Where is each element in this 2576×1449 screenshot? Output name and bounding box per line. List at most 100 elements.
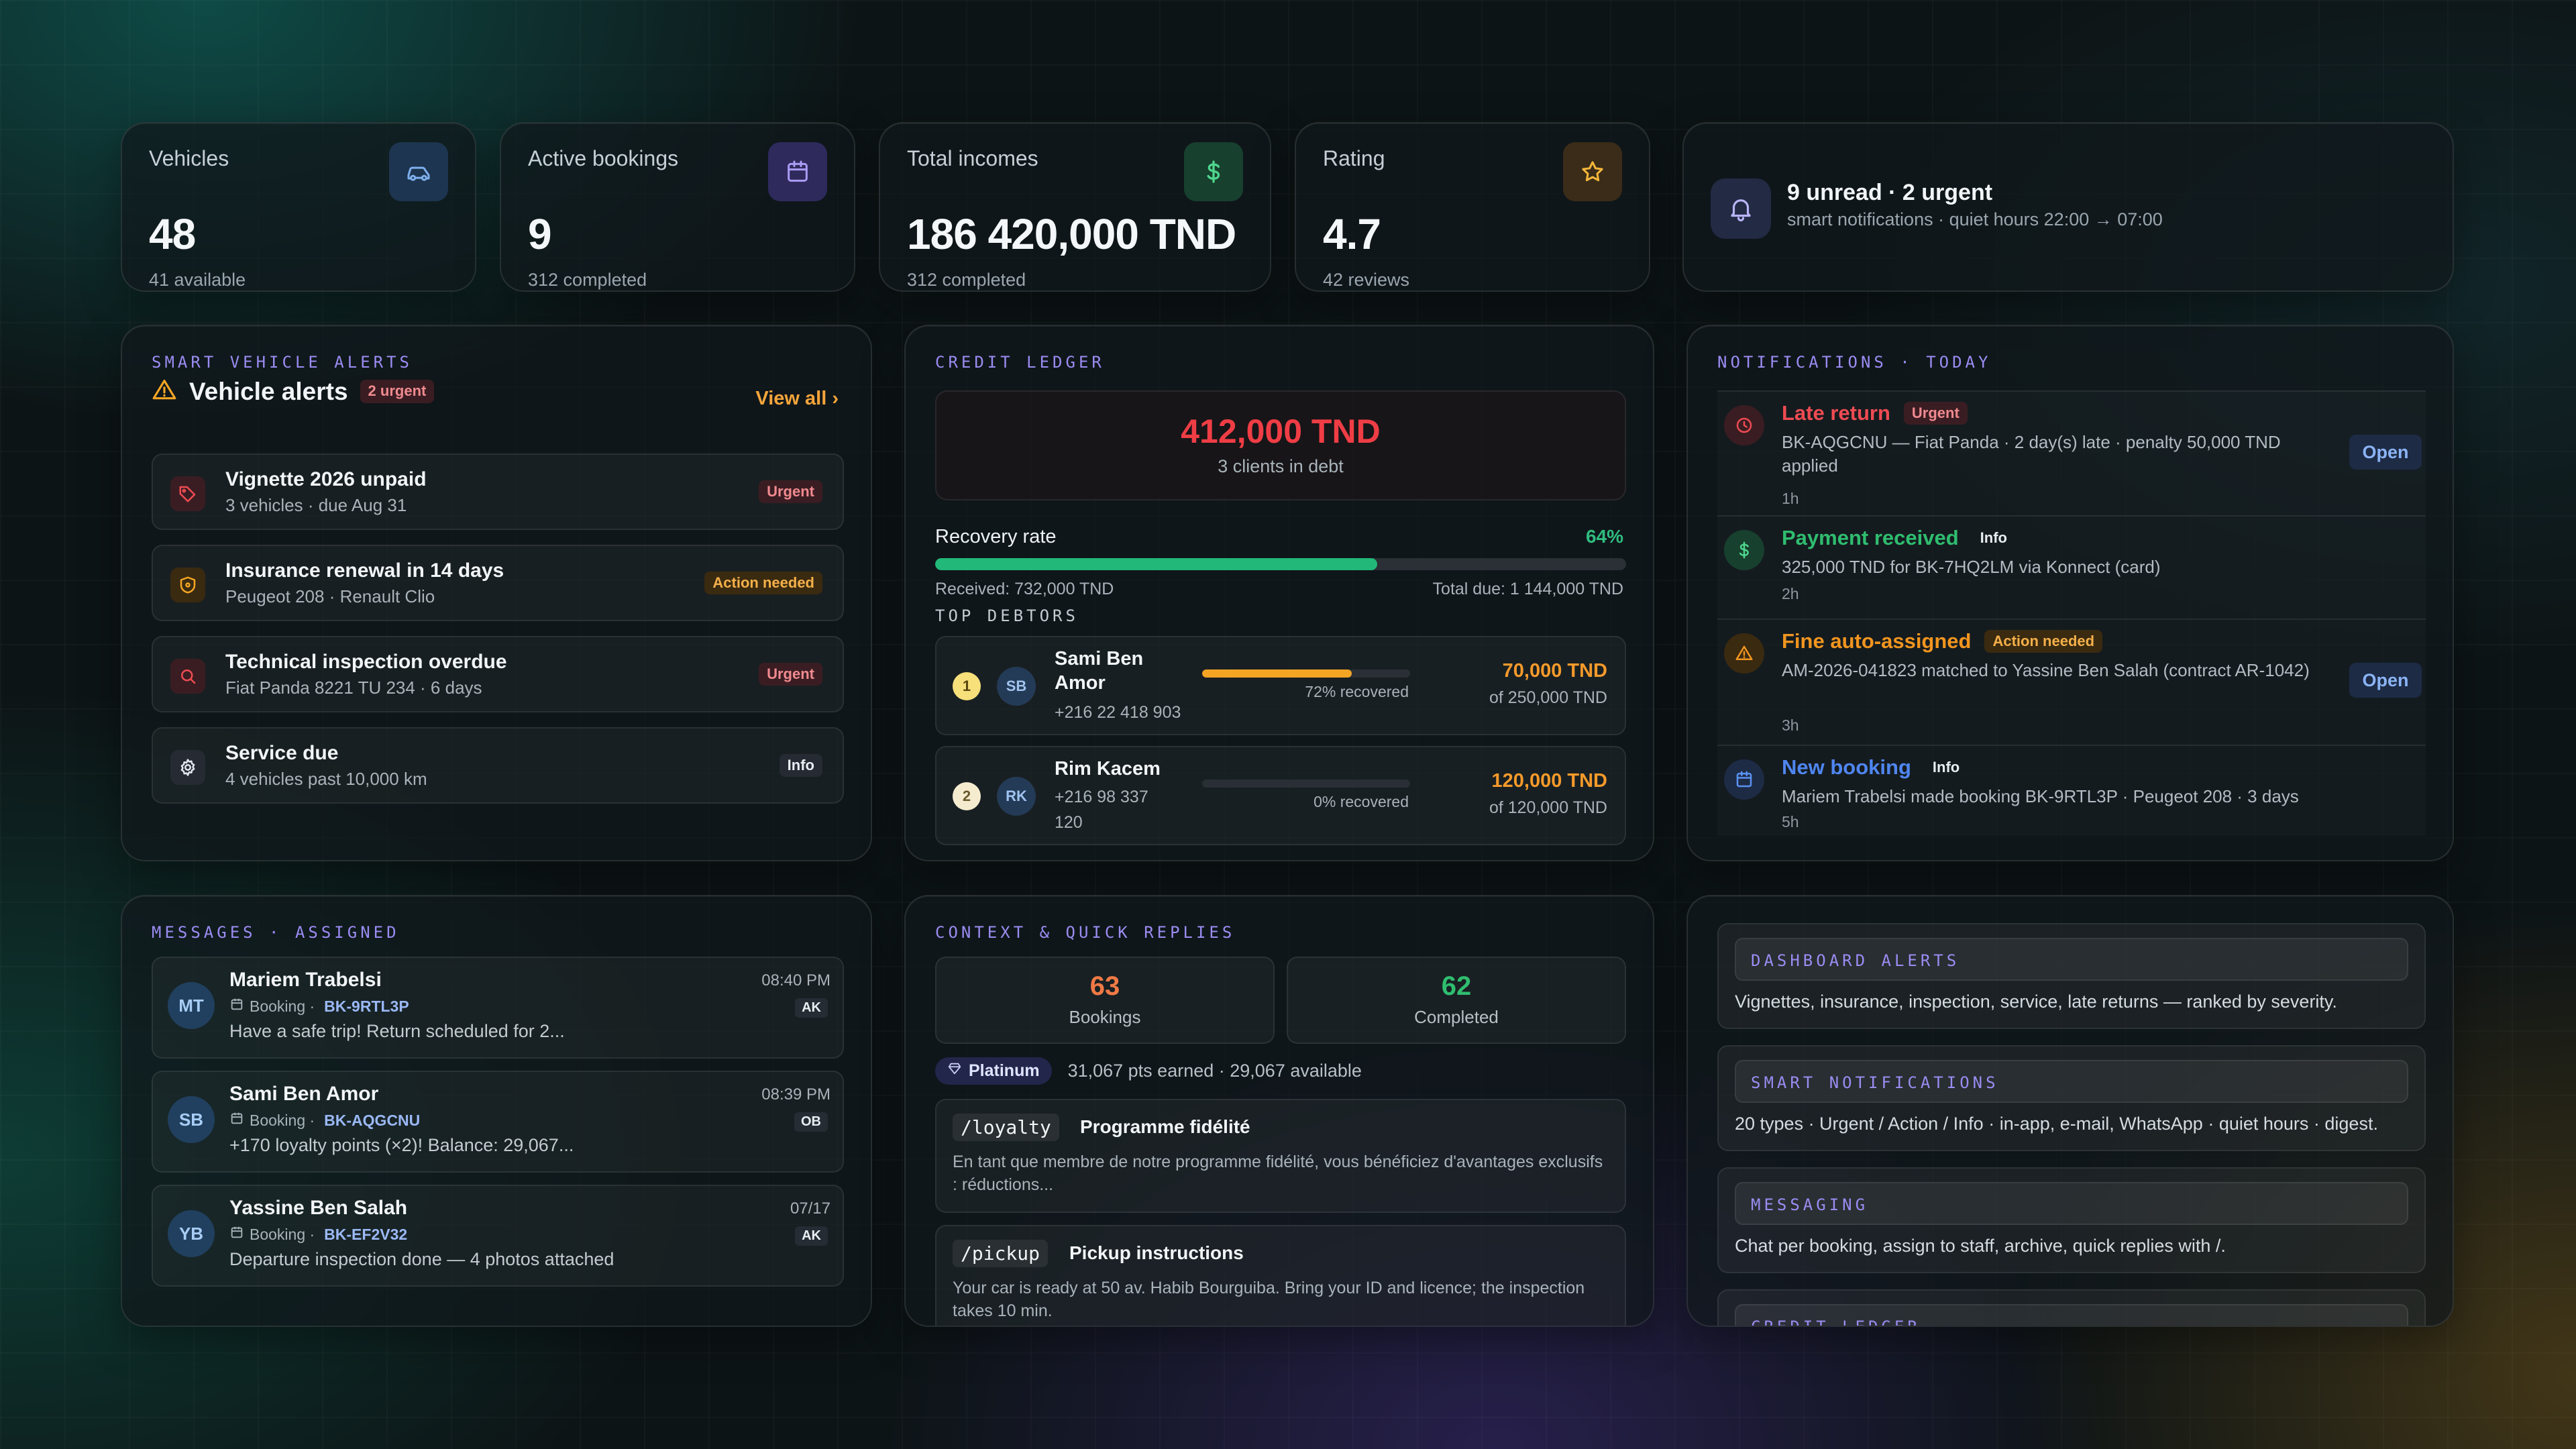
gear-icon <box>170 750 205 785</box>
message-item[interactable]: MT Mariem Trabelsi Booking · BK-9RTL3P Ha… <box>152 957 844 1059</box>
kpi-value: 48 <box>149 210 196 258</box>
booking-code[interactable]: BK-AQGCNU <box>324 1112 420 1130</box>
avatar: YB <box>168 1210 215 1257</box>
message-booking: Booking · BK-AQGCNU <box>229 1111 420 1130</box>
notification-summary[interactable]: 9 unread · 2 urgent smart notifications … <box>1682 122 2454 292</box>
chevron-right-icon: › <box>832 388 839 409</box>
credit-ledger-panel: CREDIT LEDGER 412,000 TND 3 clients in d… <box>904 325 1654 861</box>
features-panel: DASHBOARD ALERTS Vignettes, insurance, i… <box>1686 895 2454 1327</box>
bookings-label: Bookings <box>1069 1007 1141 1027</box>
notification-item[interactable]: New booking Info Mariem Trabelsi made bo… <box>1717 746 2426 837</box>
notification-body: Mariem Trabelsi made booking BK-9RTL3P ·… <box>1782 786 2299 806</box>
alert-badge: Info <box>779 754 822 777</box>
kpi-vehicles[interactable]: Vehicles 48 41 available <box>121 122 476 292</box>
kpi-value: 9 <box>528 210 552 258</box>
alert-title: Insurance renewal in 14 days <box>225 559 504 582</box>
kpi-sub: 312 completed <box>907 270 1026 290</box>
message-time: 08:39 PM <box>761 1085 830 1104</box>
notification-time: 2h <box>1782 585 1799 602</box>
debtor-row[interactable]: 2 RK Rim Kacem +216 98 337 120 0% recove… <box>935 746 1626 845</box>
bookings-count: 63 <box>1089 971 1120 1001</box>
kpi-sub: 312 completed <box>528 270 647 290</box>
kpi-sub: 41 available <box>149 270 246 290</box>
view-all-link[interactable]: View all › <box>755 388 839 410</box>
debtor-row[interactable]: 1 SB Sami Ben Amor +216 22 418 903 72% r… <box>935 636 1626 735</box>
message-sender: Yassine Ben Salah <box>229 1197 408 1219</box>
quick-reply-command: /pickup <box>953 1240 1049 1267</box>
warning-icon <box>152 377 177 406</box>
kpi-sub: 42 reviews <box>1323 270 1410 290</box>
total-debt-subtitle: 3 clients in debt <box>1218 456 1344 476</box>
feature-title: MESSAGING <box>1735 1182 2408 1225</box>
recovery-rate-label: Recovery rate <box>935 526 1057 547</box>
feature-card: CREDIT LEDGER <box>1717 1289 2426 1326</box>
message-sender: Mariem Trabelsi <box>229 969 382 991</box>
message-item[interactable]: YB Yassine Ben Salah Booking · BK-EF2V32 … <box>152 1185 844 1287</box>
debtor-progress-fill <box>1202 669 1352 678</box>
quick-reply-body: Your car is ready at 50 av. Habib Bourgu… <box>953 1279 1585 1320</box>
booking-code[interactable]: BK-EF2V32 <box>324 1226 407 1244</box>
total-due-amount: Total due: 1 144,000 TND <box>1432 580 1623 598</box>
notification-item[interactable]: Payment received Info 325,000 TND for BK… <box>1717 517 2426 620</box>
alert-item[interactable]: Service due 4 vehicles past 10,000 km In… <box>152 727 844 804</box>
rank-badge: 1 <box>953 672 981 700</box>
feature-title: DASHBOARD ALERTS <box>1735 938 2408 981</box>
notification-item[interactable]: Fine auto-assigned Action needed AM-2026… <box>1717 620 2426 746</box>
car-icon <box>389 142 448 201</box>
assignee-badge: AK <box>795 1226 828 1246</box>
assignee-badge: OB <box>794 1112 828 1132</box>
kpi-value: 4.7 <box>1323 210 1381 258</box>
quick-reply-item[interactable]: /pickup Pickup instructions Your car is … <box>935 1225 1626 1326</box>
vehicle-alerts-panel: SMART VEHICLE ALERTS Vehicle alerts 2 ur… <box>121 325 872 861</box>
debtor-name: Sami Ben Amor <box>1055 648 1144 694</box>
kpi-rating[interactable]: Rating 4.7 42 reviews <box>1295 122 1650 292</box>
diamond-icon <box>947 1061 962 1081</box>
alert-item[interactable]: Vignette 2026 unpaid 3 vehicles · due Au… <box>152 453 844 530</box>
notification-badge: Action needed <box>1984 629 2103 653</box>
avatar: SB <box>997 667 1036 706</box>
received-amount: Received: 732,000 TND <box>935 580 1114 598</box>
section-label: CONTEXT & QUICK REPLIES <box>935 923 1236 942</box>
tier-badge: Platinum <box>935 1057 1052 1085</box>
kpi-total-incomes[interactable]: Total incomes 186 420,000 TND 312 comple… <box>879 122 1271 292</box>
notification-item[interactable]: Late return Urgent BK-AQGCNU — Fiat Pand… <box>1717 392 2426 517</box>
quick-reply-body: En tant que membre de notre programme fi… <box>953 1152 1603 1194</box>
feature-title: CREDIT LEDGER <box>1735 1304 2408 1326</box>
assignee-badge: AK <box>795 998 828 1018</box>
message-item[interactable]: SB Sami Ben Amor Booking · BK-AQGCNU +170… <box>152 1071 844 1173</box>
quick-reply-command: /loyalty <box>953 1114 1059 1141</box>
notification-time: 5h <box>1782 813 1799 830</box>
booking-code[interactable]: BK-9RTL3P <box>324 998 409 1016</box>
alert-badge: Urgent <box>759 663 822 686</box>
notification-list: Late return Urgent BK-AQGCNU — Fiat Pand… <box>1717 390 2426 836</box>
open-button[interactable]: Open <box>2349 435 2422 470</box>
debtor-total: of 120,000 TND <box>1489 798 1607 817</box>
alert-badge: Urgent <box>759 480 822 504</box>
notification-badge: Info <box>1932 758 1960 775</box>
debtor-phone: +216 22 418 903 <box>1055 703 1181 722</box>
message-time: 07/17 <box>790 1199 830 1218</box>
calendar-icon <box>229 1111 244 1130</box>
shield-icon <box>170 568 205 602</box>
avatar: MT <box>168 982 215 1029</box>
quick-reply-title: Programme fidélité <box>1080 1116 1250 1137</box>
notification-badge: Urgent <box>1903 401 1968 425</box>
notification-time: 3h <box>1782 716 1799 734</box>
total-debt-value: 412,000 TND <box>1181 413 1381 450</box>
top-debtors-label: TOP DEBTORS <box>935 606 1079 625</box>
debtor-total: of 250,000 TND <box>1489 688 1607 707</box>
debtor-amount: 120,000 TND <box>1491 770 1608 792</box>
quick-reply-item[interactable]: /loyalty Programme fidélité En tant que … <box>935 1099 1626 1213</box>
completed-stat: 62 Completed <box>1287 957 1626 1044</box>
alert-item[interactable]: Technical inspection overdue Fiat Panda … <box>152 636 844 712</box>
alert-title: Vignette 2026 unpaid <box>225 468 427 490</box>
kpi-active-bookings[interactable]: Active bookings 9 312 completed <box>500 122 855 292</box>
alert-item[interactable]: Insurance renewal in 14 days Peugeot 208… <box>152 545 844 621</box>
notification-title: New booking <box>1782 755 1911 779</box>
feature-description: 20 types · Urgent / Action / Info · in-a… <box>1735 1114 2378 1134</box>
open-button[interactable]: Open <box>2349 663 2422 698</box>
alert-subtitle: Peugeot 208 · Renault Clio <box>225 586 435 606</box>
section-label: NOTIFICATIONS · TODAY <box>1717 353 1992 372</box>
alert-subtitle: Fiat Panda 8221 TU 234 · 6 days <box>225 678 482 698</box>
debtor-recovered: 72% recovered <box>1305 683 1409 700</box>
